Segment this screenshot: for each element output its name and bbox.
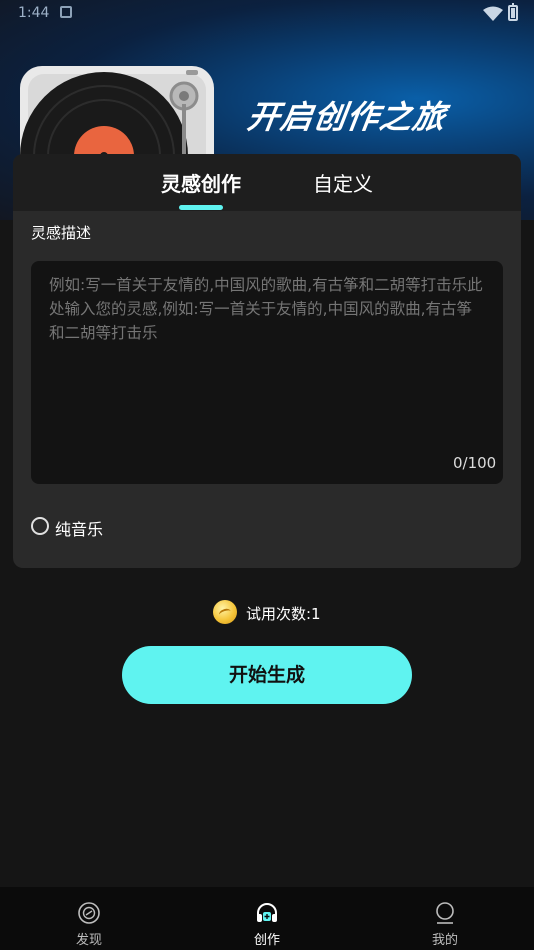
nav-create[interactable]: 创作 [207,887,327,950]
tab-indicator [179,205,223,210]
status-time: 1:44 [18,5,50,21]
nav-create-label: 创作 [253,933,280,948]
status-bar: 1:44 [0,0,534,28]
pure-music-label[interactable]: 纯音乐 [55,516,103,540]
nav-mine-label: 我的 [431,933,458,948]
inspiration-input[interactable] [31,261,503,484]
trial-count: 试用次数:1 [246,605,321,623]
nav-discover-label: 发现 [75,933,102,948]
tab-custom[interactable]: 自定义 [313,168,373,197]
nav-mine[interactable]: 我的 [385,887,505,950]
coin-icon [213,600,237,624]
bottom-nav: 发现 创作 我的 [0,887,534,950]
tab-bar: 灵感创作 自定义 [13,154,521,211]
disc-icon [78,902,100,924]
section-label: 灵感描述 [31,224,92,242]
battery-icon [508,3,518,21]
hero-title: 开启创作之旅 [245,98,449,136]
headphones-icon [257,903,277,922]
char-counter: 0/100 [453,454,497,472]
creation-card: 灵感创作 自定义 灵感描述 0/100 纯音乐 [13,154,521,568]
generate-button[interactable]: 开始生成 [122,646,412,704]
nav-discover[interactable]: 发现 [29,887,149,950]
pure-music-radio[interactable] [31,517,49,535]
tab-inspiration[interactable]: 灵感创作 [161,168,241,197]
notification-icon [60,6,72,18]
profile-icon [436,902,454,924]
wifi-icon [483,6,503,21]
